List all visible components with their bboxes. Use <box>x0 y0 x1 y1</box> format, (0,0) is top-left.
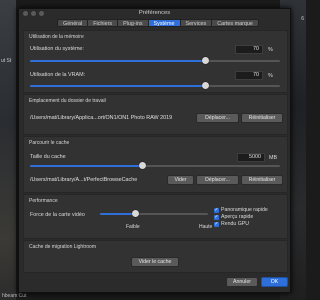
browse-cache-section: Parcourir le cache Taille du cache 5000 … <box>23 136 288 193</box>
ok-button[interactable]: OK <box>261 277 288 287</box>
fast-preview-label: Aperçu rapide <box>221 214 254 220</box>
slider-fill <box>30 60 205 62</box>
tab-system[interactable]: Système <box>148 19 181 27</box>
tab-bar: Général Fichiers Plug-ins Système Servic… <box>57 19 259 27</box>
slider-knob[interactable] <box>201 57 209 64</box>
cache-reset-button[interactable]: Réinitialiser <box>241 175 283 185</box>
vram-usage-slider[interactable] <box>30 82 280 90</box>
background-bottom-label: hbeam Cut <box>2 293 27 299</box>
tab-watermarks[interactable]: Cartes marque <box>212 19 259 27</box>
cache-move-button[interactable]: Déplacer... <box>196 175 239 185</box>
background-app-left <box>0 0 16 300</box>
minimize-window-button[interactable] <box>31 11 36 16</box>
video-card-high-label: Haute <box>199 224 213 230</box>
checkbox-checked-icon: ✓ <box>214 206 219 213</box>
zoom-window-button[interactable] <box>39 11 44 16</box>
lightroom-cache-title: Cache de migration Lightroom <box>29 244 96 250</box>
working-folder-reset-button[interactable]: Réinitialiser <box>241 113 283 123</box>
slider-knob[interactable] <box>139 162 146 169</box>
lightroom-clear-cache-button[interactable]: Vider le cache <box>131 257 179 267</box>
vram-usage-unit: % <box>268 73 273 79</box>
working-folder-section: Emplacement du dossier de travail /Users… <box>23 94 288 135</box>
title-bar: Préférences <box>19 9 290 18</box>
window-controls <box>23 11 44 16</box>
slider-knob[interactable] <box>132 210 140 217</box>
slider-fill <box>30 85 205 87</box>
cache-path: /Users/mat/Library/A...t/PerfectBrowseCa… <box>30 177 138 183</box>
checkbox-checked-icon: ✓ <box>214 213 219 220</box>
clear-cache-button[interactable]: Vider <box>167 175 194 185</box>
working-folder-move-button[interactable]: Déplacer... <box>196 113 239 123</box>
memory-section-title: Utilisation de la mémoire <box>29 34 84 40</box>
system-usage-field[interactable]: 70 <box>235 45 263 54</box>
slider-knob[interactable] <box>201 82 209 89</box>
video-card-slider[interactable] <box>100 210 208 218</box>
system-usage-label: Utilisation du système: <box>30 46 84 52</box>
cancel-button[interactable]: Annuler <box>226 277 258 287</box>
tab-files[interactable]: Fichiers <box>88 19 119 27</box>
fast-pan-checkbox[interactable]: ✓ Panoramique rapide <box>214 207 268 213</box>
tab-plugins[interactable]: Plug-ins <box>118 19 149 27</box>
tab-general[interactable]: Général <box>57 19 89 27</box>
browse-cache-title: Parcourir le cache <box>29 140 70 146</box>
working-folder-path: /Users/mat/Library/Applica...ort/ON1/ON1… <box>30 115 173 121</box>
preferences-dialog: Préférences Général Fichiers Plug-ins Sy… <box>18 8 291 293</box>
gpu-render-checkbox[interactable]: ✓ Rendu GPU <box>214 221 249 227</box>
checkbox-checked-icon: ✓ <box>214 220 219 227</box>
performance-section: Performance Force de la carte vidéo Faib… <box>23 194 288 239</box>
fast-pan-label: Panoramique rapide <box>221 207 268 213</box>
memory-section: Utilisation de la mémoire Utilisation du… <box>23 30 288 93</box>
video-card-label: Force de la carte vidéo <box>30 212 85 218</box>
gpu-render-label: Rendu GPU <box>221 221 249 227</box>
cache-size-field[interactable]: 5000 <box>237 153 265 162</box>
cache-size-label: Taille du cache <box>30 154 66 160</box>
fast-preview-checkbox[interactable]: ✓ Aperçu rapide <box>214 214 253 220</box>
system-usage-slider[interactable] <box>30 57 280 65</box>
slider-fill <box>30 165 143 167</box>
performance-title: Performance <box>29 198 58 204</box>
lightroom-cache-section: Cache de migration Lightroom Vider le ca… <box>23 240 288 273</box>
cache-size-slider[interactable] <box>30 162 280 170</box>
close-window-button[interactable] <box>23 11 28 16</box>
tab-services[interactable]: Services <box>180 19 213 27</box>
system-usage-unit: % <box>268 47 273 53</box>
slider-fill <box>100 213 136 215</box>
working-folder-title: Emplacement du dossier de travail <box>29 98 106 104</box>
background-right-text: 6 <box>301 16 304 22</box>
vram-usage-label: Utilisation de la VRAM: <box>30 72 86 78</box>
background-left-text: ut St <box>1 58 12 64</box>
vram-usage-field[interactable]: 70 <box>235 71 263 80</box>
window-title: Préférences <box>138 10 171 16</box>
video-card-low-label: Faible <box>126 224 140 230</box>
cache-size-unit: MB <box>269 155 278 161</box>
